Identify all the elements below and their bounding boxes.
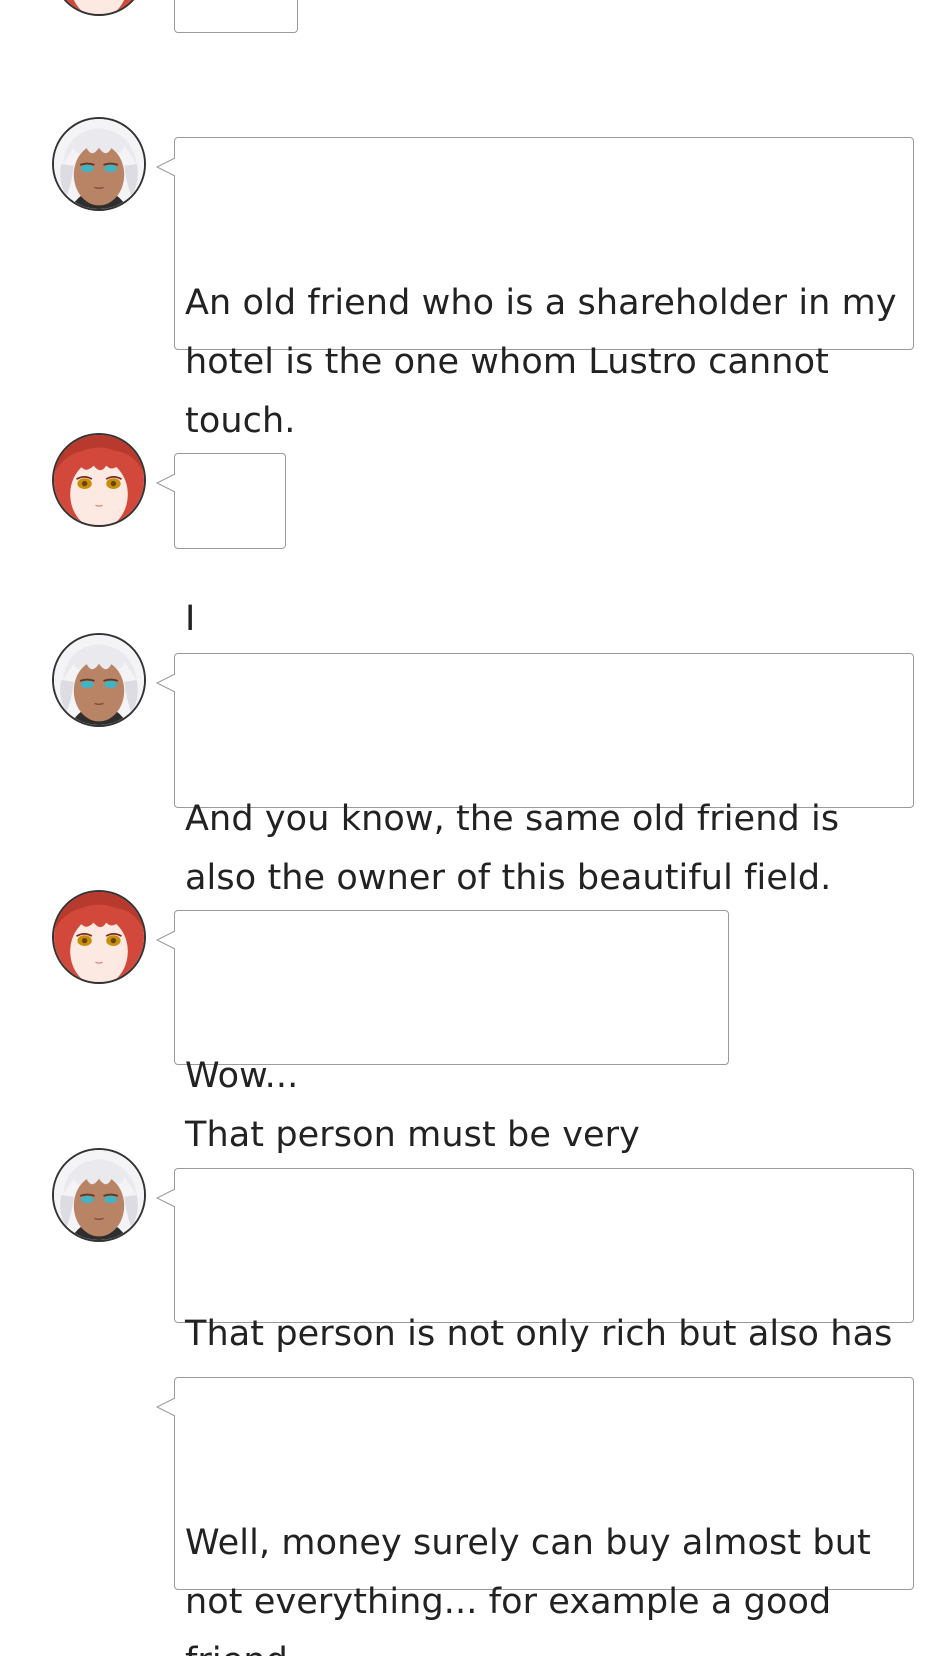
message-text: An old friend who is a shareholder in my…: [185, 283, 897, 441]
white-haired-man-avatar-icon: [52, 633, 146, 727]
message-bubble: An old friend who is a shareholder in my…: [155, 137, 914, 441]
message-bubble: That person is not only rich but also ha…: [155, 1168, 914, 1413]
message-bubble: Wow... That person must be very rich.: [155, 910, 729, 1214]
message-text: Well, money surely can buy almost but no…: [185, 1523, 871, 1656]
message-text: And you know, the same old friend is als…: [185, 799, 840, 898]
bubble-tail: [155, 1397, 176, 1417]
red-haired-girl-avatar-icon: [52, 433, 146, 527]
red-haired-girl-avatar-icon: [52, 890, 146, 984]
message-bubble: Well, money surely can buy almost but no…: [155, 1377, 914, 1656]
white-haired-man-avatar-icon: [52, 117, 146, 211]
message-bubble: And you know, the same old friend is als…: [155, 653, 914, 898]
red-haired-girl-avatar-icon: [52, 0, 146, 16]
bubble-tail: [155, 157, 176, 177]
bubble-tail: [155, 1188, 176, 1208]
bubble-tail: [155, 930, 176, 950]
white-haired-man-avatar-icon: [52, 1148, 146, 1242]
message-bubble: I see.: [155, 453, 286, 698]
message-bubble: [174, 0, 298, 33]
bubble-tail: [155, 673, 176, 693]
bubble-tail: [155, 473, 176, 493]
